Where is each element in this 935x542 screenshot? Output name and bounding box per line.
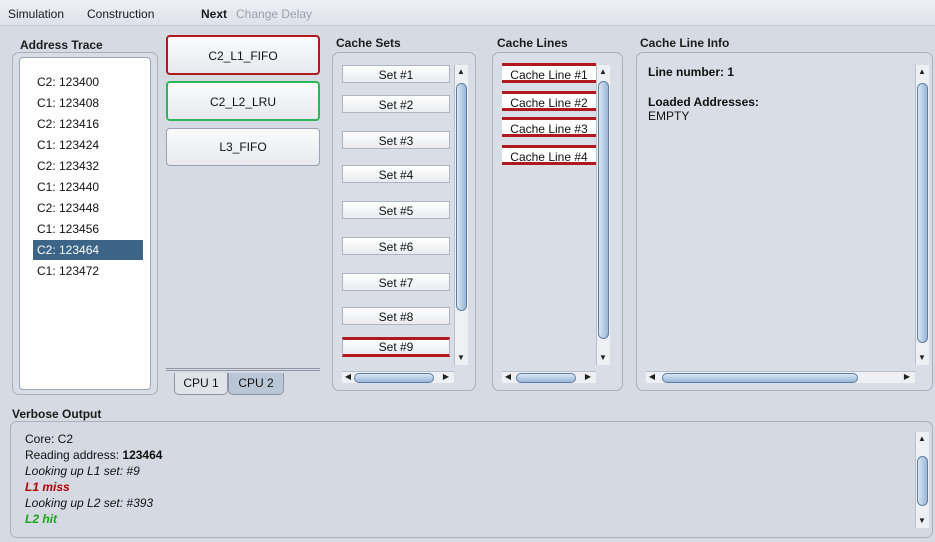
set-button[interactable]: Set #5	[342, 201, 450, 219]
verbose-output-frame: Core: C2 Reading address: 123464 Looking…	[10, 421, 933, 538]
verbose-l1-miss: L1 miss	[25, 480, 70, 494]
scroll-down-icon[interactable]: ▼	[916, 516, 928, 526]
address-trace-frame: C2: 123400 C1: 123408 C2: 123416 C1: 123…	[12, 52, 158, 395]
scroll-thumb[interactable]	[662, 373, 858, 383]
set-button[interactable]: Set #1	[342, 65, 450, 83]
set-button[interactable]: Set #8	[342, 307, 450, 325]
trace-item[interactable]: C1: 123472	[33, 261, 143, 281]
trace-item[interactable]: C2: 123448	[33, 198, 143, 218]
scroll-thumb[interactable]	[598, 81, 609, 339]
trace-item[interactable]: C1: 123456	[33, 219, 143, 239]
verbose-l2-hit: L2 hit	[25, 512, 57, 526]
scroll-left-icon[interactable]: ◀	[342, 372, 354, 382]
scroll-up-icon[interactable]: ▲	[916, 67, 928, 77]
set-button[interactable]: Set #4	[342, 165, 450, 183]
menu-simulation[interactable]: Simulation	[8, 7, 64, 21]
cache-line-button[interactable]: Cache Line #2	[502, 91, 596, 111]
tab-strip-line	[166, 368, 320, 371]
menu-construction[interactable]: Construction	[87, 7, 154, 21]
cache-button-c2-l1-fifo[interactable]: C2_L1_FIFO	[166, 35, 320, 75]
cache-sets-hscroll[interactable]: ◀ ▶	[342, 371, 454, 383]
menu-next[interactable]: Next	[201, 7, 227, 21]
set-button-highlighted[interactable]: Set #9	[342, 337, 450, 357]
trace-item[interactable]: C2: 123400	[33, 72, 143, 92]
cache-line-info-frame: Line number: 1 Loaded Addresses: EMPTY ▲…	[636, 52, 933, 391]
verbose-output-title: Verbose Output	[12, 407, 102, 421]
address-trace-list[interactable]: C2: 123400 C1: 123408 C2: 123416 C1: 123…	[19, 57, 151, 390]
menu-bar: Simulation Construction Next Change Dela…	[0, 0, 935, 26]
cache-lines-frame: Cache Line #1 Cache Line #2 Cache Line #…	[492, 52, 623, 391]
trace-item-selected[interactable]: C2: 123464	[33, 240, 143, 260]
cache-lines-title: Cache Lines	[497, 36, 568, 50]
scroll-thumb[interactable]	[917, 83, 928, 343]
verbose-reading-prefix: Reading address:	[25, 448, 123, 462]
cache-line-info-title: Cache Line Info	[640, 36, 730, 50]
scroll-thumb[interactable]	[516, 373, 576, 383]
cache-lines-hscroll[interactable]: ◀ ▶	[502, 371, 596, 383]
set-button[interactable]: Set #3	[342, 131, 450, 149]
verbose-reading-value: 123464	[122, 448, 163, 462]
cache-button-l3-fifo[interactable]: L3_FIFO	[166, 128, 320, 166]
scroll-right-icon[interactable]: ▶	[582, 372, 594, 382]
scroll-right-icon[interactable]: ▶	[440, 372, 452, 382]
trace-item[interactable]: C1: 123408	[33, 93, 143, 113]
tab-cpu-2[interactable]: CPU 2	[228, 373, 284, 395]
cache-lines-vscroll[interactable]: ▲ ▼	[596, 65, 610, 365]
cache-line-button[interactable]: Cache Line #1	[502, 63, 596, 83]
cache-sets-frame: Set #1 Set #2 Set #3 Set #4 Set #5 Set #…	[332, 52, 476, 391]
set-button[interactable]: Set #2	[342, 95, 450, 113]
address-trace-title: Address Trace	[20, 38, 103, 52]
scroll-thumb[interactable]	[354, 373, 434, 383]
scroll-down-icon[interactable]: ▼	[916, 353, 928, 363]
loaded-addresses-label: Loaded Addresses:	[648, 95, 759, 109]
cache-sets-title: Cache Sets	[336, 36, 401, 50]
line-number-label: Line number: 1	[648, 65, 735, 79]
set-button[interactable]: Set #7	[342, 273, 450, 291]
cache-sets-vscroll[interactable]: ▲ ▼	[454, 65, 468, 365]
verbose-lookup-l2: Looking up L2 set: #393	[25, 496, 154, 510]
verbose-lookup-l1: Looking up L1 set: #9	[25, 464, 140, 478]
verbose-reading: Reading address: 123464	[25, 448, 162, 462]
menu-change-delay[interactable]: Change Delay	[236, 7, 312, 21]
info-hscroll[interactable]: ◀ ▶	[646, 371, 915, 383]
trace-item[interactable]: C1: 123424	[33, 135, 143, 155]
cache-line-button[interactable]: Cache Line #3	[502, 117, 596, 137]
scroll-thumb[interactable]	[917, 456, 928, 506]
cache-button-c2-l2-lru[interactable]: C2_L2_LRU	[166, 81, 320, 121]
scroll-right-icon[interactable]: ▶	[901, 372, 913, 382]
scroll-left-icon[interactable]: ◀	[646, 372, 658, 382]
trace-item[interactable]: C1: 123440	[33, 177, 143, 197]
scroll-up-icon[interactable]: ▲	[455, 67, 467, 77]
scroll-down-icon[interactable]: ▼	[597, 353, 609, 363]
trace-item[interactable]: C2: 123432	[33, 156, 143, 176]
cache-line-button[interactable]: Cache Line #4	[502, 145, 596, 165]
loaded-addresses-value: EMPTY	[648, 109, 690, 123]
scroll-up-icon[interactable]: ▲	[916, 434, 928, 444]
scroll-left-icon[interactable]: ◀	[502, 372, 514, 382]
verbose-core: Core: C2	[25, 432, 74, 446]
scroll-thumb[interactable]	[456, 83, 467, 311]
verbose-vscroll[interactable]: ▲ ▼	[915, 432, 929, 528]
scroll-down-icon[interactable]: ▼	[455, 353, 467, 363]
info-vscroll[interactable]: ▲ ▼	[915, 65, 929, 365]
scroll-up-icon[interactable]: ▲	[597, 67, 609, 77]
trace-item[interactable]: C2: 123416	[33, 114, 143, 134]
set-button[interactable]: Set #6	[342, 237, 450, 255]
tab-cpu-1[interactable]: CPU 1	[174, 373, 228, 395]
